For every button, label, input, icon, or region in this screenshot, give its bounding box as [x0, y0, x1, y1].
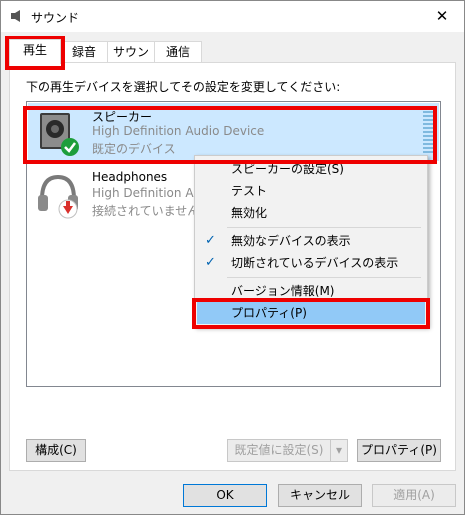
checkmark-icon: ✓ [205, 255, 216, 270]
menu-separator [227, 227, 421, 228]
checkmark-icon: ✓ [205, 233, 216, 248]
menu-item-label: テスト [231, 184, 268, 198]
tab-communications[interactable]: 通信 [154, 41, 202, 63]
menu-item-show-disabled[interactable]: ✓ 無効なデバイスの表示 [197, 230, 425, 252]
menu-item-label: 切断されているデバイスの表示 [231, 256, 399, 270]
annotation-box-properties [192, 298, 430, 329]
menu-item-label: バージョン情報(M) [231, 284, 335, 298]
headphones-icon [38, 174, 78, 219]
tab-bar: 再生 録音 サウンド 通信 [9, 39, 459, 79]
menu-separator [227, 277, 421, 278]
title-bar: サウンド ✕ [1, 1, 464, 32]
ok-button[interactable]: OK [183, 484, 267, 507]
close-button[interactable]: ✕ [428, 5, 456, 27]
tab-sounds[interactable]: サウンド [107, 41, 155, 79]
configure-button[interactable]: 構成(C) [26, 439, 86, 462]
window-title: サウンド [31, 11, 80, 25]
cancel-button[interactable]: キャンセル [278, 484, 362, 507]
tab-recording[interactable]: 録音 [60, 41, 108, 63]
menu-item-label: 無効なデバイスの表示 [231, 234, 351, 248]
menu-item-label: スピーカーの設定(S) [231, 162, 344, 176]
tab-playback[interactable]: 再生 [9, 39, 61, 64]
instruction-text: 下の再生デバイスを選択してその設定を変更してください: [26, 80, 341, 94]
unplugged-badge [58, 199, 78, 219]
menu-item-disable[interactable]: 無効化 [197, 202, 425, 224]
menu-item-label: 無効化 [231, 206, 268, 220]
device-status: 接続されていません [92, 204, 200, 218]
speaker-title-icon [11, 10, 20, 22]
menu-item-show-disconnected[interactable]: ✓ 切断されているデバイスの表示 [197, 252, 425, 274]
set-default-button[interactable]: 既定値に設定(S) [227, 439, 331, 462]
sound-dialog: サウンド ✕ 再生 録音 サウンド 通信 下の再生デバイスを選択してその設定を変… [0, 0, 465, 515]
annotation-box-speaker [23, 106, 437, 164]
properties-button[interactable]: プロパティ(P) [357, 439, 441, 462]
set-default-dropdown-arrow[interactable]: ▾ [330, 439, 348, 462]
apply-button[interactable]: 適用(A) [372, 484, 456, 507]
menu-item-test[interactable]: テスト [197, 180, 425, 202]
device-name: Headphones [92, 170, 168, 184]
